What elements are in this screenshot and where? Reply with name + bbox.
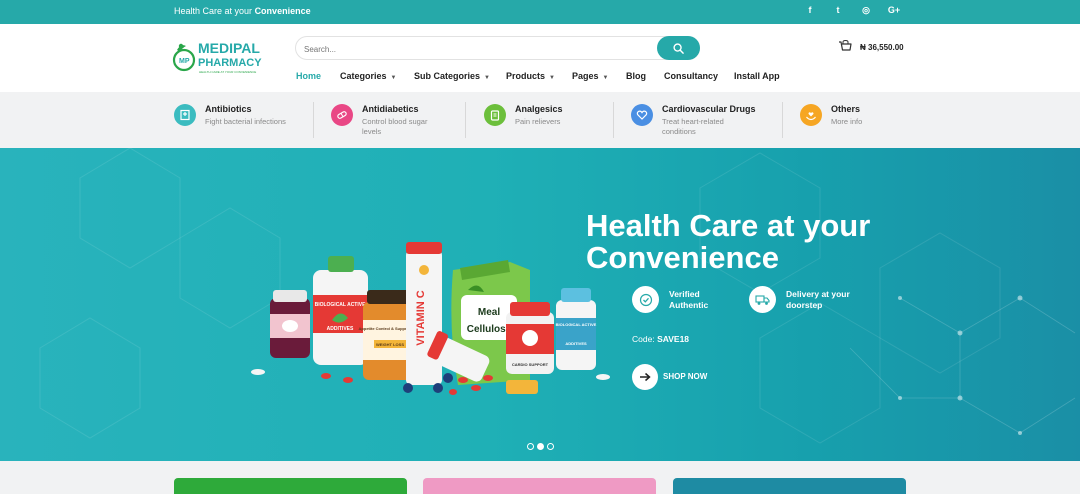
arrow-right-icon [640,372,651,382]
nav-home[interactable]: Home [296,71,321,81]
divider [613,102,614,138]
promo-code-label: Code: [632,334,655,344]
category-title: Analgesics [515,104,563,114]
category-title: Antidiabetics [362,104,419,114]
nav-pages[interactable]: Pages ▼ [572,71,608,81]
product-label: VITAMIN C [415,290,427,345]
hands-icon [800,104,822,126]
category-title: Cardiovascular Drugs [662,104,756,114]
shop-now-button[interactable] [632,364,658,390]
slider-dot-active[interactable] [537,443,544,450]
nav-pages-label: Pages [572,71,599,81]
product-label: ADDITIVES [327,326,354,332]
divider [465,102,466,138]
slider-dot[interactable] [547,443,554,450]
shop-now-label[interactable]: SHOP NOW [663,372,707,381]
logo-subtext: HEALTH CARE AT YOUR CONVENIENCE [199,70,256,74]
logo-line1: MEDIPAL [198,40,260,56]
search-button[interactable] [657,36,700,60]
nav-blog[interactable]: Blog [626,71,646,81]
delivery-truck-icon [749,286,776,313]
nav-home-label: Home [296,71,322,81]
nav-consultancy-label: Consultancy [664,71,719,81]
nav-install-app[interactable]: Install App [734,71,780,81]
divider [313,102,314,138]
nav-products-label: Products [506,71,546,81]
nav-install-app-label: Install App [734,71,780,81]
tagline-bold: Convenience [254,6,311,16]
product-label: BIOLOGICAL ACTIVE [315,302,367,308]
hero-title: Health Care at your Convenience [586,208,871,275]
search-bar [295,36,700,60]
twitter-icon[interactable]: t [831,5,845,15]
logo-line2: PHARMACY [198,57,262,69]
nav-sub-categories-label: Sub Categories [414,71,481,81]
pills-icon [331,104,353,126]
instagram-icon[interactable]: ◎ [859,5,873,16]
category-subtitle: More info [831,117,863,126]
product-label: ADDITIVES [565,341,587,346]
category-subtitle: Pain relievers [515,117,561,126]
medicine-illustration: BIOLOGICAL ACTIVE ADDITIVES Appetite Con… [251,242,610,395]
promo-code-value: SAVE18 [657,334,690,344]
hospital-icon [174,104,196,126]
divider [782,102,783,138]
chevron-down-icon: ▼ [602,75,609,81]
nav-blog-label: Blog [626,71,646,81]
heart-icon [631,104,653,126]
top-bar: Health Care at your Convenience f t ◎ G+ [0,0,1080,24]
tagline-text: Health Care at your [174,6,253,16]
product-label: WEIGHT LOSS [376,342,404,347]
nav-sub-categories[interactable]: Sub Categories ▼ [414,71,490,81]
nav-products[interactable]: Products ▼ [506,71,555,81]
facebook-icon[interactable]: f [803,5,817,15]
chevron-down-icon: ▼ [484,75,490,81]
promo-card[interactable] [673,478,906,494]
promo-card[interactable] [423,478,656,494]
google-plus-icon[interactable]: G+ [887,5,901,15]
category-title: Antibiotics [205,104,252,114]
chevron-down-icon: ▼ [390,75,397,81]
promo-card[interactable] [174,478,407,494]
verified-badge-icon [632,286,659,313]
product-label: BIOLOGICAL ACTIVE [556,322,597,327]
cart-total[interactable]: ₦ 36,550.00 [860,43,904,52]
top-bar-tagline: Health Care at your Convenience [174,6,311,16]
category-subtitle: Fight bacterial infections [205,117,286,126]
product-label: CARDIO SUPPORT [512,362,549,367]
chevron-down-icon: ▼ [549,75,555,81]
clipboard-icon [484,104,506,126]
logo[interactable]: MEDIPAL MP PHARMACY HEALTH CARE AT YOUR … [172,40,272,76]
logo-mark: MEDIPAL MP PHARMACY HEALTH CARE AT YOUR … [172,40,262,74]
logo-badge: MP [179,58,190,65]
nav-categories-label: Categories [340,71,387,81]
category-subtitle: Treat heart-related conditions [662,117,724,136]
cart-icon[interactable] [838,39,852,54]
feature-label: Verified Authentic [669,289,709,310]
hero-banner: BIOLOGICAL ACTIVE ADDITIVES Appetite Con… [0,148,1080,461]
product-label: Cellulose [467,324,512,335]
nav-consultancy[interactable]: Consultancy [664,71,718,81]
slider-dot[interactable] [527,443,534,450]
product-label: Meal [478,307,500,318]
category-title: Others [831,104,861,114]
search-icon [673,42,684,54]
feature-label: Delivery at your doorstep [786,289,850,310]
promo-code: Code: SAVE18 [632,334,689,344]
search-input[interactable] [304,41,644,57]
category-subtitle: Control blood sugar levels [362,117,428,136]
nav-categories[interactable]: Categories ▼ [340,71,396,81]
